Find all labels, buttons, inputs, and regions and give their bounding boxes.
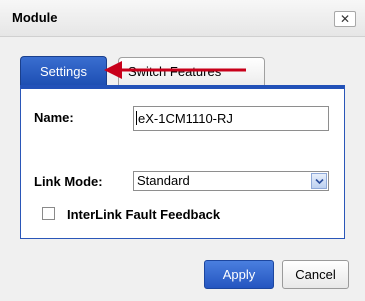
name-value: eX-1CM1110-RJ [138,111,233,126]
module-dialog: Module ✕ Settings Switch Features Name: … [0,0,365,301]
close-button[interactable]: ✕ [334,11,356,27]
name-label: Name: [34,110,74,125]
apply-button[interactable]: Apply [204,260,274,289]
link-mode-value: Standard [137,173,190,188]
dialog-title: Module [12,10,58,25]
close-icon: ✕ [339,12,351,26]
chevron-down-icon[interactable] [311,173,327,189]
dialog-titlebar: Module ✕ [0,0,365,37]
name-input[interactable]: eX-1CM1110-RJ [133,106,329,131]
tab-switch-features[interactable]: Switch Features [118,57,265,85]
link-mode-label: Link Mode: [34,174,103,189]
cancel-button[interactable]: Cancel [282,260,349,289]
text-caret [136,111,137,125]
link-mode-select[interactable]: Standard [133,171,329,191]
tab-settings[interactable]: Settings [20,56,107,85]
interlink-fault-feedback-label: InterLink Fault Feedback [67,207,221,222]
interlink-fault-feedback-checkbox[interactable] [42,207,55,220]
